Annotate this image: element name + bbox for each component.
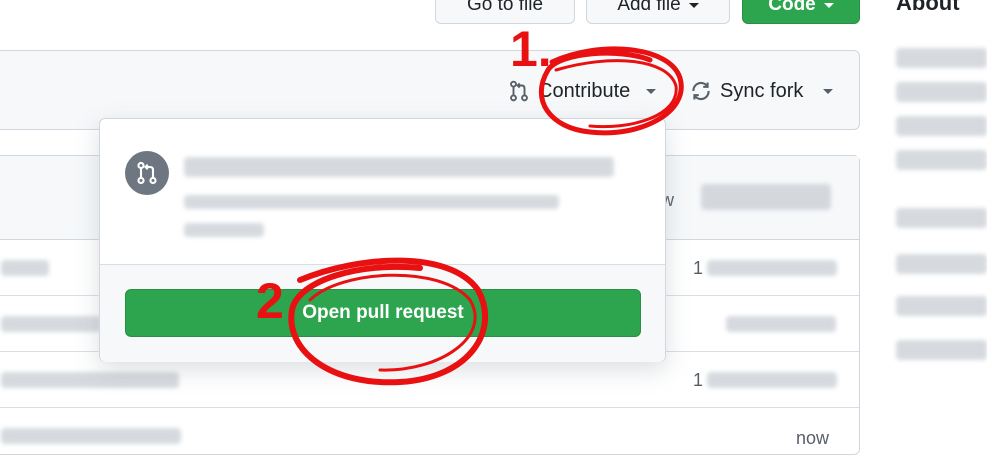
code-label: Code xyxy=(768,0,816,15)
sync-fork-label: Sync fork xyxy=(720,79,804,102)
open-pull-request-label: Open pull request xyxy=(302,302,464,323)
contribute-dropdown: Open pull request xyxy=(99,118,666,362)
add-file-label: Add file xyxy=(617,0,681,15)
row-time: now xyxy=(796,428,830,448)
add-file-button[interactable]: Add file xyxy=(586,0,730,24)
go-to-file-label: Go to file xyxy=(466,0,544,15)
open-pull-request-button[interactable]: Open pull request xyxy=(125,289,641,337)
chevron-down-icon xyxy=(823,88,834,94)
row-time: 1 xyxy=(693,258,704,278)
contribute-button[interactable]: Contribute xyxy=(508,74,657,108)
git-pull-request-icon xyxy=(137,161,157,185)
sync-fork-button[interactable]: Sync fork xyxy=(690,74,834,108)
chevron-down-icon xyxy=(688,2,699,8)
sync-icon xyxy=(692,81,710,101)
contribute-label: Contribute xyxy=(538,79,631,102)
pull-request-avatar xyxy=(125,151,169,195)
go-to-file-button[interactable]: Go to file xyxy=(435,0,575,24)
about-heading: About xyxy=(896,0,960,15)
chevron-down-icon xyxy=(823,2,834,8)
git-pull-request-icon xyxy=(510,80,528,102)
code-button[interactable]: Code xyxy=(742,0,860,24)
row-time: 1 xyxy=(693,370,704,390)
chevron-down-icon xyxy=(646,88,657,94)
step-1-marker: 1. xyxy=(510,21,552,77)
table-row[interactable]: now xyxy=(0,408,859,464)
step-2-marker: 2 xyxy=(256,273,284,329)
